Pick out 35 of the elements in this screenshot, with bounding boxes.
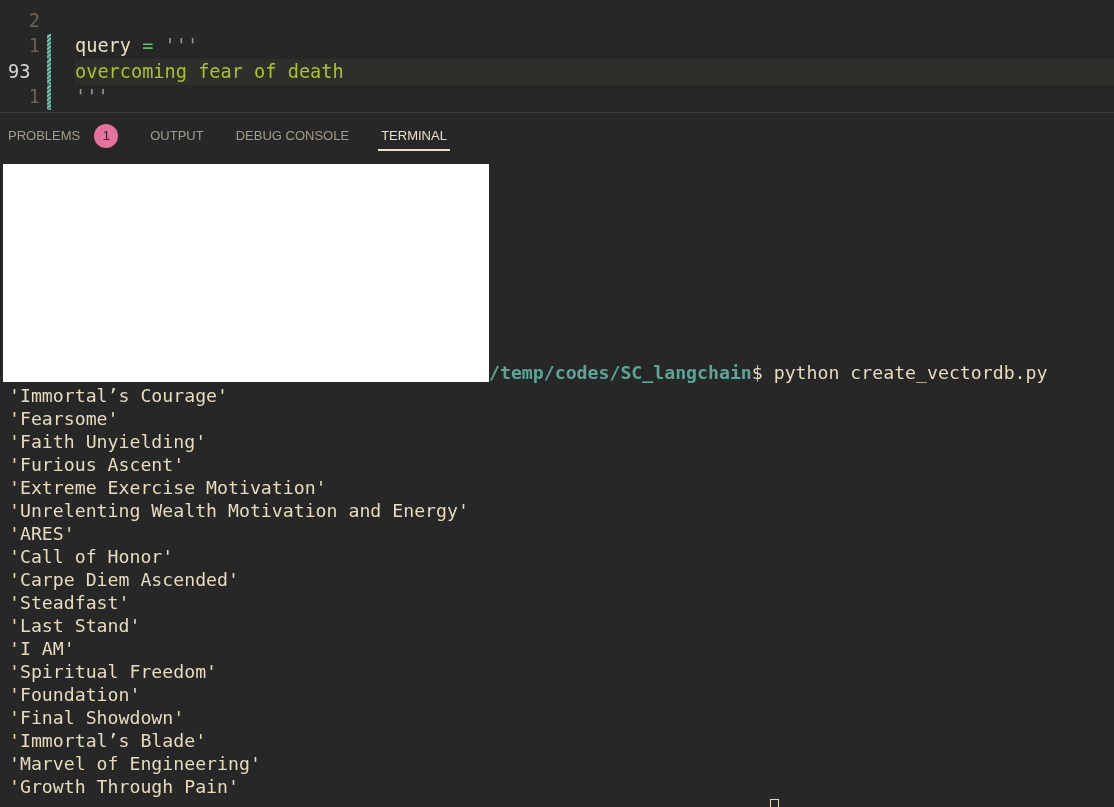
terminal-output-line: 'Immortal’s Blade' [9, 729, 207, 752]
line-number: 2 [28, 8, 40, 33]
line-number: 1 [28, 34, 40, 59]
terminal-cursor-icon [770, 799, 779, 807]
terminal-output-line: 'Call of Honor' [9, 545, 174, 568]
terminal-output-line: 'Fearsome' [9, 407, 119, 430]
string-quotes: ''' [75, 85, 109, 110]
string-quotes: ''' [164, 34, 199, 59]
terminal-output-line: 'Final Showdown' [9, 706, 185, 729]
panel-tab[interactable]: DEBUG CONSOLE [232, 122, 353, 151]
terminal-output-line: 'Immortal’s Courage' [9, 384, 228, 407]
variable-name: query [75, 34, 131, 59]
problem-count-badge: 1 [94, 123, 119, 148]
terminal-output-line: 'Furious Ascent' [9, 453, 185, 476]
terminal-output-line: 'Steadfast' [9, 591, 130, 614]
terminal-output-line: 'Spiritual Freedom' [9, 660, 218, 683]
line-number: 93 [8, 59, 31, 84]
terminal-output-line: 'Marvel of Engineering' [9, 752, 261, 775]
terminal-output-line: 'Growth Through Pain' [9, 775, 239, 798]
string-text: overcoming fear of death [75, 59, 344, 84]
panel-tab[interactable]: TERMINAL [378, 122, 450, 151]
assignment-operator: = [142, 34, 154, 59]
terminal-output-line: 'Unrelenting Wealth Motivation and Energy' [9, 499, 469, 522]
terminal-command: $ python create_vectordb.py [751, 361, 1048, 384]
terminal-output-line: 'ARES' [9, 522, 75, 545]
prompt-path: /temp/codes/SC_langchain [489, 361, 752, 384]
terminal-output-line: 'Extreme Exercise Motivation' [9, 476, 327, 499]
panel-tab[interactable]: PROBLEMS 1 [5, 122, 122, 151]
terminal-output-line: 'Foundation' [9, 683, 141, 706]
terminal-output-line: 'Carpe Diem Ascended' [9, 568, 239, 591]
terminal-output-line: 'I AM' [9, 637, 75, 660]
terminal-output-line: 'Last Stand' [9, 614, 141, 637]
panel-tab[interactable]: OUTPUT [147, 122, 207, 151]
line-number: 1 [28, 85, 40, 110]
terminal-output-line: 'Faith Unyielding' [9, 430, 207, 453]
